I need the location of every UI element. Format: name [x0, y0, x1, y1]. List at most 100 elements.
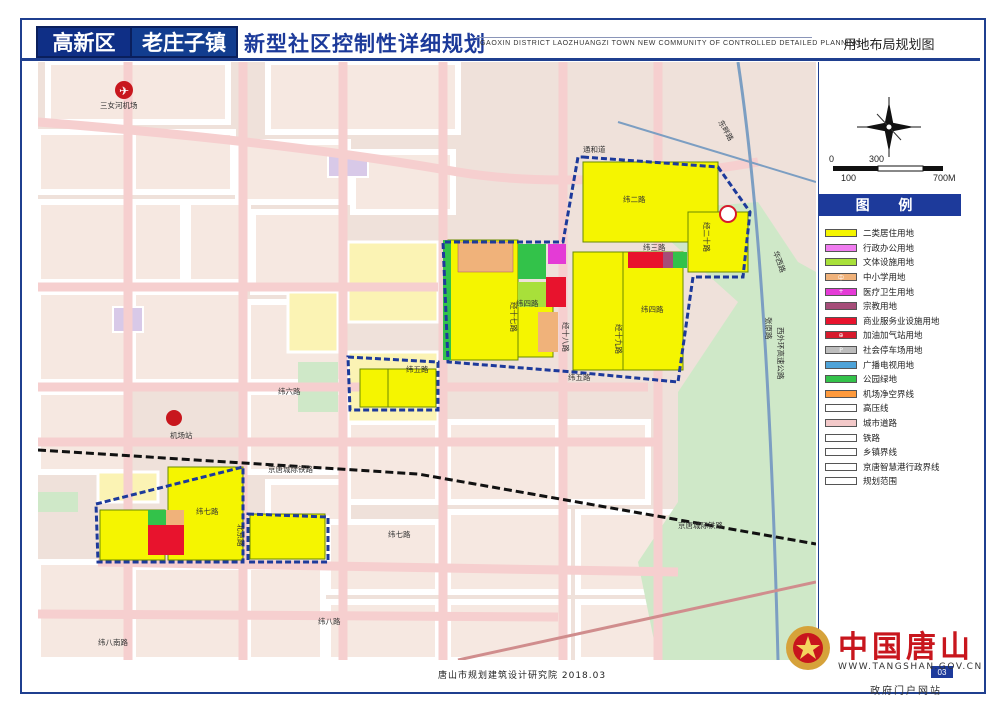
label-tonghe: 通和道 [583, 144, 606, 154]
scale-bar: 0 300 100 700M [825, 154, 959, 184]
legend-item: 高压线 [825, 401, 959, 416]
label-airport: 三女河机场 [100, 100, 138, 110]
scale-label-300: 300 [869, 154, 885, 164]
land-use-map: ✈ 三女河机场 机场站 京唐城际铁路 京唐城际铁路 通和道 纬二路 纬三路 纬四… [38, 62, 816, 660]
legend-list: 二类居住用地 行政办公用地 文体设施用地中中小学用地 + 医疗卫生用地 宗教用地商业服务业… [825, 226, 959, 489]
legend-item: 铁路 [825, 430, 959, 445]
legend-swatch: 中 [825, 273, 857, 282]
legend-swatch [825, 258, 857, 267]
label-wei5: 纬五路 [406, 364, 429, 374]
legend-swatch [825, 302, 857, 311]
school-block [457, 241, 514, 273]
label-railway-1: 京唐城际铁路 [268, 464, 313, 474]
legend-item: + 医疗卫生用地 [825, 284, 959, 299]
religious-block [663, 252, 673, 268]
label-wei7b: 纬七路 [388, 529, 411, 539]
label-expressway: 西外环高速公路 [776, 327, 786, 380]
legend-label: 广播电视用地 [863, 360, 915, 371]
park-block-3 [148, 510, 166, 525]
legend-label: 铁路 [863, 433, 881, 444]
legend-swatch: P [825, 346, 857, 355]
legend-label: 机场净空界线 [863, 389, 915, 400]
legend-label: 宗教用地 [863, 302, 898, 313]
legend-label: 文体设施用地 [863, 258, 915, 269]
legend-item: 中中小学用地 [825, 270, 959, 285]
label-wei8b: 纬八南路 [98, 637, 128, 647]
watermark-sub: 政府门户网站 [870, 686, 942, 697]
legend-swatch [825, 477, 857, 486]
legend-swatch [825, 360, 857, 369]
plan-title: 新型社区控制性详细规划 [244, 32, 486, 56]
label-wei4: 纬四路 [516, 298, 539, 308]
header: 高新区 老庄子镇 新型社区控制性详细规划 GAOXIN DISTRICT LAO… [22, 20, 980, 60]
school-block-2 [538, 312, 558, 352]
legend-item: 乡镇界线 [825, 445, 959, 460]
national-emblem-icon [786, 626, 830, 670]
legend-swatch [825, 389, 857, 398]
label-wei4b: 纬四路 [641, 304, 664, 314]
school-block-3 [166, 510, 184, 525]
title-rule [476, 37, 812, 38]
header-divider [22, 58, 980, 61]
gas-station-icon [719, 205, 737, 223]
legend-label: 乡镇界线 [863, 448, 898, 459]
legend-item: ⊕ 加油加气站用地 [825, 328, 959, 343]
label-jing17: 经十七路 [509, 302, 519, 332]
label-wei6: 纬六路 [278, 386, 301, 396]
legend-item: 宗教用地 [825, 299, 959, 314]
legend-swatch [825, 448, 857, 457]
legend-panel: 0 300 100 700M 图 例 二类居住用地 行政办公用地 文体设施用地中中小… [818, 62, 961, 660]
watermark-url: WWW.TANGSHAN.GOV.CN [838, 662, 983, 672]
legend-swatch: + [825, 287, 857, 296]
legend-label: 规划范围 [863, 477, 898, 488]
legend-label: 公园绿地 [863, 375, 898, 386]
legend-item: 机场净空界线 [825, 387, 959, 402]
legend-label: 行政办公用地 [863, 243, 915, 254]
park-block-2 [673, 252, 687, 268]
legend-item: 城市道路 [825, 416, 959, 431]
watermark-cn: 中国唐山 [838, 630, 974, 665]
label-wei5b: 纬五路 [568, 372, 591, 382]
legend-label: 社会停车场用地 [863, 346, 923, 357]
medical-block [548, 244, 566, 264]
commercial-block-2 [628, 252, 663, 268]
label-jing20: 经二十路 [702, 222, 712, 252]
map-canvas: ✈ 三女河机场 机场站 京唐城际铁路 京唐城际铁路 通和道 纬二路 纬三路 纬四… [38, 62, 816, 660]
legend-item: 公园绿地 [825, 372, 959, 387]
legend-item: 二类居住用地 [825, 226, 959, 241]
station-icon [166, 410, 182, 426]
legend-title: 图 例 [819, 194, 961, 216]
district-badge: 高新区 [36, 26, 132, 58]
legend-swatch: ⊕ [825, 331, 857, 340]
legend-item: 商业服务业设施用地 [825, 314, 959, 329]
legend-label: 京唐智慧港行政界线 [863, 462, 940, 473]
legend-swatch [825, 404, 857, 413]
legend-label: 高压线 [863, 404, 889, 415]
legend-item: 文体设施用地 [825, 255, 959, 270]
legend-label: 二类居住用地 [863, 229, 915, 240]
airport-icon-glyph: ✈ [119, 84, 129, 98]
watermark: 中国唐山 WWW.TANGSHAN.GOV.CN 政府门户网站 [780, 620, 1000, 705]
legend-label: 商业服务业设施用地 [863, 316, 940, 327]
label-station: 机场站 [170, 430, 193, 440]
commercial-block-3 [148, 525, 184, 555]
legend-item: 京唐智慧港行政界线 [825, 460, 959, 475]
legend-swatch [825, 375, 857, 384]
legend-swatch [825, 462, 857, 471]
legend-label: 加油加气站用地 [863, 331, 923, 342]
label-wei7: 纬七路 [196, 506, 219, 516]
scale-label-0: 0 [829, 154, 835, 164]
legend-item: P 社会停车场用地 [825, 343, 959, 358]
label-jing19: 经十九路 [614, 324, 624, 354]
legend-swatch [825, 433, 857, 442]
town-badge: 老庄子镇 [130, 26, 238, 58]
legend-swatch [825, 419, 857, 428]
label-jing18: 经十八路 [561, 322, 571, 352]
legend-label: 城市道路 [863, 419, 898, 430]
legend-item: 规划范围 [825, 474, 959, 489]
label-railway-2: 京唐城际铁路 [678, 520, 723, 530]
legend-item: 行政办公用地 [825, 241, 959, 256]
legend-label: 医疗卫生用地 [863, 287, 915, 298]
label-beijing: 北京路 [236, 524, 246, 547]
legend-label: 中小学用地 [863, 273, 906, 284]
